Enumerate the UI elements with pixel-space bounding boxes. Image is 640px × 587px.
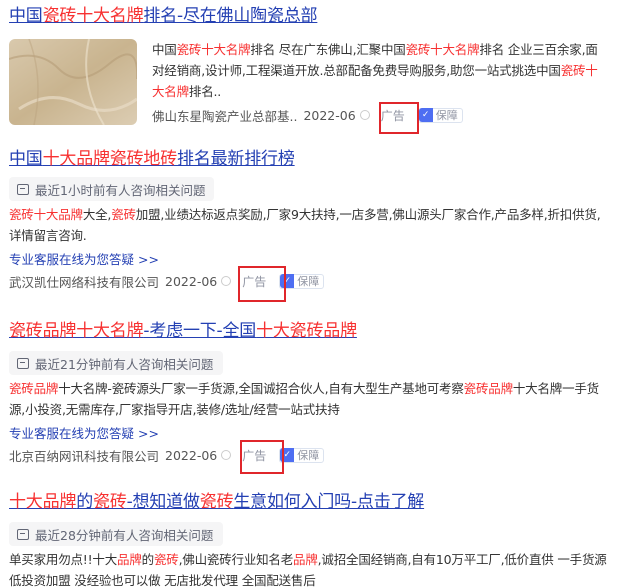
- search-result-4: 十大品牌的瓷砖-想知道做瓷砖生意如何入门吗-点击了解 最近28分钟前有人咨询相关…: [9, 491, 609, 587]
- result-3-description: 瓷砖品牌十大名牌-瓷砖源头厂家一手货源,全国诚招合伙人,自有大型生产基地可考察瓷…: [9, 378, 609, 420]
- info-icon[interactable]: [221, 276, 232, 286]
- title-text: 排名-尽在佛山陶瓷总部: [143, 6, 318, 26]
- desc-highlight: 瓷砖十大名牌: [176, 42, 251, 57]
- desc-text: ,佛山瓷砖行业知名老: [178, 552, 294, 567]
- chat-icon: [17, 357, 29, 369]
- desc-text: 排名 尽在广东佛山,汇聚中国: [250, 42, 406, 57]
- result-3-title[interactable]: 瓷砖品牌十大名牌-考虑一下-全国十大瓷砖品牌: [9, 320, 609, 342]
- title-highlight: 瓷砖品牌十大名牌: [9, 321, 144, 341]
- title-text: -想知道做: [126, 492, 200, 512]
- desc-text: 的: [141, 552, 155, 567]
- guarantee-label: 保障: [297, 449, 320, 462]
- title-text: 生意如何入门吗-点击了解: [233, 492, 425, 512]
- ad-highlight-box: [238, 266, 286, 302]
- search-result-2: 中国十大品牌瓷砖地砖排名最新排行榜 最近1小时前有人咨询相关问题 瓷砖十大品牌大…: [9, 148, 609, 302]
- desc-highlight: 瓷砖品牌: [463, 381, 513, 396]
- result-1-meta: 佛山东星陶瓷产业总部基.. 2022-06 广告 ✓ 保障: [152, 104, 604, 126]
- date: 2022-06: [303, 107, 356, 123]
- consult-text: 最近1小时前有人咨询相关问题: [35, 182, 206, 198]
- chat-icon: [17, 183, 29, 195]
- result-4-title[interactable]: 十大品牌的瓷砖-想知道做瓷砖生意如何入门吗-点击了解: [9, 491, 609, 513]
- info-icon[interactable]: [359, 110, 370, 120]
- marble-tile-image: [9, 39, 137, 125]
- desc-highlight: 瓷砖十大品牌: [9, 207, 83, 222]
- desc-text: 大全,: [82, 207, 112, 222]
- title-text: -考虑一下-全国: [143, 321, 257, 341]
- result-3-meta: 北京百纳网讯科技有限公司 2022-06 广告 ✓ 保障: [9, 444, 609, 466]
- title-text: 中国: [9, 149, 43, 169]
- title-text: 排名最新排行榜: [177, 149, 295, 169]
- desc-text: 中国: [152, 42, 177, 57]
- desc-highlight: 瓷砖: [111, 207, 136, 222]
- customer-service-link[interactable]: 专业客服在线为您答疑 >>: [9, 250, 609, 270]
- result-2-description: 瓷砖十大品牌大全,瓷砖加盟,业绩达标返点奖励,厂家9大扶持,一店多营,佛山源头厂…: [9, 204, 609, 246]
- title-text: 的: [76, 492, 94, 512]
- search-result-1: 中国瓷砖十大名牌排名-尽在佛山陶瓷总部 中国瓷砖十大名牌排名 尽在广东佛山,汇聚…: [9, 5, 609, 134]
- title-text: 中国: [9, 6, 43, 26]
- source-name[interactable]: 北京百纳网讯科技有限公司: [9, 446, 159, 465]
- source-name[interactable]: 佛山东星陶瓷产业总部基..: [152, 106, 297, 125]
- guarantee-label: 保障: [435, 109, 458, 122]
- chat-icon: [17, 528, 29, 540]
- guarantee-label: 保障: [297, 275, 320, 288]
- desc-highlight: 品牌: [293, 552, 318, 567]
- title-highlight: 十大瓷砖品牌: [256, 321, 357, 341]
- desc-text: 单买家用勿点!!十大: [9, 552, 118, 567]
- consult-notice: 最近1小时前有人咨询相关问题: [9, 177, 214, 201]
- result-1-description: 中国瓷砖十大名牌排名 尽在广东佛山,汇聚中国瓷砖十大名牌排名 企业三百余家,面对…: [152, 39, 604, 102]
- title-highlight: 瓷砖: [93, 492, 127, 512]
- desc-text: 排名..: [188, 84, 222, 99]
- customer-service-link[interactable]: 专业客服在线为您答疑 >>: [9, 424, 609, 444]
- title-highlight: 瓷砖十大名牌: [42, 6, 144, 26]
- ad-highlight-box: [240, 440, 284, 474]
- desc-highlight: 瓷砖十大名牌: [405, 42, 480, 57]
- guarantee-badge[interactable]: ✓ 保障: [279, 273, 325, 289]
- result-2-meta: 武汉凯仕网络科技有限公司 2022-06 广告 ✓ 保障: [9, 270, 609, 292]
- title-highlight: 十大品牌: [9, 492, 77, 512]
- desc-highlight: 品牌: [117, 552, 142, 567]
- shield-check-icon: ✓: [418, 108, 433, 122]
- desc-highlight: 瓷砖: [153, 552, 179, 567]
- result-1-title[interactable]: 中国瓷砖十大名牌排名-尽在佛山陶瓷总部: [9, 5, 609, 27]
- result-2-title[interactable]: 中国十大品牌瓷砖地砖排名最新排行榜: [9, 148, 609, 170]
- search-result-3: 瓷砖品牌十大名牌-考虑一下-全国十大瓷砖品牌 最近21分钟前有人咨询相关问题 瓷…: [9, 320, 609, 474]
- guarantee-badge[interactable]: ✓ 保障: [417, 107, 463, 123]
- info-icon[interactable]: [221, 450, 232, 460]
- title-highlight: 十大品牌瓷砖地砖: [42, 149, 178, 169]
- ad-highlight-box: [379, 102, 419, 134]
- consult-text: 最近21分钟前有人咨询相关问题: [35, 356, 214, 372]
- consult-text: 最近28分钟前有人咨询相关问题: [35, 527, 214, 543]
- guarantee-badge[interactable]: ✓ 保障: [279, 447, 325, 463]
- title-highlight: 瓷砖: [199, 492, 234, 512]
- date: 2022-06: [165, 447, 218, 463]
- desc-text: 十大名牌-瓷砖源头厂家一手货源,全国诚招合伙人,自有大型生产基地可考察: [58, 381, 464, 396]
- result-4-description: 单买家用勿点!!十大品牌的瓷砖,佛山瓷砖行业知名老品牌,诚招全国经销商,自有10…: [9, 549, 609, 587]
- consult-notice: 最近28分钟前有人咨询相关问题: [9, 522, 223, 546]
- desc-highlight: 瓷砖品牌: [9, 381, 59, 396]
- result-1-thumbnail[interactable]: [9, 39, 137, 125]
- consult-notice: 最近21分钟前有人咨询相关问题: [9, 351, 223, 375]
- source-name[interactable]: 武汉凯仕网络科技有限公司: [9, 272, 159, 291]
- date: 2022-06: [165, 273, 218, 289]
